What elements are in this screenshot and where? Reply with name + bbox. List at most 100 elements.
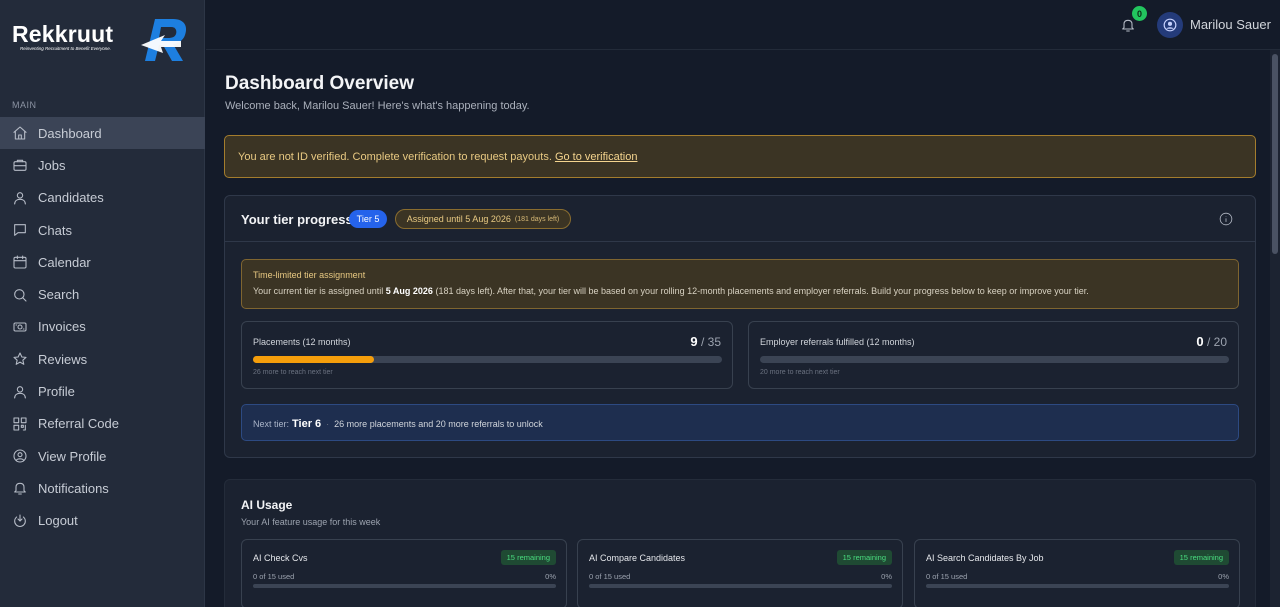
sidebar-item-calendar[interactable]: Calendar bbox=[0, 246, 205, 278]
placements-progress-bar bbox=[253, 356, 722, 363]
referrals-count: 0 bbox=[1196, 334, 1204, 349]
current-tier-badge: Tier 5 bbox=[349, 210, 387, 228]
usage-count: 0 of 15 used bbox=[589, 572, 631, 581]
user-circle-icon bbox=[1163, 18, 1177, 32]
tier-progress-title: Your tier progress bbox=[241, 212, 353, 227]
notification-count-badge: 0 bbox=[1132, 6, 1147, 21]
remaining-badge: 15 remaining bbox=[500, 550, 556, 565]
sidebar-item-invoices[interactable]: Invoices bbox=[0, 311, 205, 343]
ai-usage-item: AI Compare Candidates 15 remaining 0 of … bbox=[577, 539, 903, 607]
page-subtitle: Welcome back, Marilou Sauer! Here's what… bbox=[225, 100, 530, 112]
chat-icon bbox=[12, 222, 28, 238]
remaining-badge: 15 remaining bbox=[836, 550, 892, 565]
tier-progress-header: Your tier progress Tier 5 Assigned until… bbox=[225, 196, 1255, 242]
sidebar-item-label: Search bbox=[38, 287, 80, 303]
info-icon[interactable] bbox=[1219, 212, 1233, 226]
ai-usage-subtitle: Your AI feature usage for this week bbox=[241, 517, 381, 527]
usage-percent: 0% bbox=[1218, 572, 1229, 581]
referrals-value: 0 / 20 bbox=[1196, 334, 1227, 349]
remaining-badge: 15 remaining bbox=[1173, 550, 1229, 565]
next-tier-name: Tier 6 bbox=[292, 418, 322, 430]
sidebar-item-label: Profile bbox=[38, 384, 75, 400]
user-icon bbox=[12, 384, 28, 400]
assigned-until-label: Assigned until 5 Aug 2026 bbox=[406, 214, 511, 224]
sidebar-item-reviews[interactable]: Reviews bbox=[0, 343, 205, 375]
usage-progress-bar bbox=[253, 584, 556, 588]
sidebar-item-jobs[interactable]: Jobs bbox=[0, 149, 205, 181]
sidebar-item-label: Reviews bbox=[38, 351, 88, 367]
sidebar-item-profile[interactable]: Profile bbox=[0, 375, 205, 407]
tier-progress-card: Your tier progress Tier 5 Assigned until… bbox=[224, 195, 1256, 458]
placements-progress-fill bbox=[253, 356, 374, 363]
notice-text-end: (181 days left). After that, your tier w… bbox=[432, 286, 1089, 296]
sidebar: Rekkruut Reinventing Recruitment to Bene… bbox=[0, 0, 205, 607]
sidebar-item-chats[interactable]: Chats bbox=[0, 214, 205, 246]
sidebar-item-label: View Profile bbox=[38, 448, 107, 464]
user-name[interactable]: Marilou Sauer bbox=[1190, 17, 1271, 32]
bell-icon bbox=[12, 480, 28, 496]
verification-message: You are not ID verified. Complete verifi… bbox=[238, 151, 555, 163]
invoice-icon bbox=[12, 319, 28, 335]
ai-feature-name: AI Search Candidates By Job bbox=[926, 553, 1044, 563]
sidebar-item-candidates[interactable]: Candidates bbox=[0, 182, 205, 214]
sidebar-item-view-profile[interactable]: View Profile bbox=[0, 440, 205, 472]
sidebar-item-label: Candidates bbox=[38, 190, 104, 206]
notice-text-start: Your current tier is assigned until bbox=[253, 286, 386, 296]
placements-count: 9 bbox=[690, 334, 698, 349]
user-circle-icon bbox=[12, 448, 28, 464]
logout-icon bbox=[12, 513, 28, 529]
star-icon bbox=[12, 351, 28, 367]
briefcase-icon bbox=[12, 157, 28, 173]
sidebar-item-label: Invoices bbox=[38, 319, 86, 335]
usage-percent: 0% bbox=[545, 572, 556, 581]
sidebar-item-label: Calendar bbox=[38, 254, 91, 270]
notice-date: 5 Aug 2026 bbox=[385, 286, 433, 296]
go-to-verification-link[interactable]: Go to verification bbox=[555, 151, 638, 163]
placements-total: / 35 bbox=[700, 335, 721, 349]
user-icon bbox=[12, 190, 28, 206]
ai-feature-name: AI Compare Candidates bbox=[589, 553, 686, 563]
scrollbar-thumb[interactable] bbox=[1272, 54, 1278, 254]
time-limited-notice-text: Your current tier is assigned until 5 Au… bbox=[253, 286, 1089, 296]
next-tier-label: Next tier: bbox=[253, 419, 290, 429]
sidebar-item-search[interactable]: Search bbox=[0, 278, 205, 310]
sidebar-item-notifications[interactable]: Notifications bbox=[0, 472, 205, 504]
referrals-note: 20 more to reach next tier bbox=[760, 369, 840, 376]
sidebar-item-logout[interactable]: Logout bbox=[0, 505, 205, 537]
sidebar-item-label: Chats bbox=[38, 222, 72, 238]
referrals-label: Employer referrals fulfilled (12 months) bbox=[760, 337, 915, 347]
sidebar-item-dashboard[interactable]: Dashboard bbox=[0, 117, 205, 150]
usage-count: 0 of 15 used bbox=[253, 572, 295, 581]
ai-usage-title: AI Usage bbox=[241, 498, 293, 512]
referrals-stat: Employer referrals fulfilled (12 months)… bbox=[748, 321, 1239, 389]
brand-tagline: Reinventing Recruitment to Benefit Every… bbox=[20, 46, 112, 51]
page-title: Dashboard Overview bbox=[225, 73, 415, 94]
avatar[interactable] bbox=[1157, 12, 1183, 38]
ai-usage-card: AI Usage Your AI feature usage for this … bbox=[224, 479, 1256, 607]
page-scrollbar[interactable] bbox=[1270, 50, 1280, 607]
sidebar-item-label: Notifications bbox=[38, 480, 109, 496]
placements-label: Placements (12 months) bbox=[253, 337, 351, 347]
verification-alert-text: You are not ID verified. Complete verifi… bbox=[238, 151, 637, 163]
sidebar-nav: Dashboard Jobs Candidates Chats Calendar… bbox=[0, 117, 205, 537]
brand-mark-icon bbox=[141, 19, 187, 61]
time-limited-notice-title: Time-limited tier assignment bbox=[253, 270, 366, 280]
brand-name: Rekkruut bbox=[12, 21, 114, 47]
sidebar-item-label: Referral Code bbox=[38, 416, 119, 432]
calendar-icon bbox=[12, 254, 28, 270]
tier-assignment-badge: Assigned until 5 Aug 2026 (181 days left) bbox=[395, 209, 571, 229]
referrals-progress-bar bbox=[760, 356, 1229, 363]
sidebar-item-label: Dashboard bbox=[38, 125, 102, 141]
qr-code-icon bbox=[12, 416, 28, 432]
brand-logo[interactable]: Rekkruut Reinventing Recruitment to Bene… bbox=[11, 15, 191, 65]
placements-value: 9 / 35 bbox=[690, 334, 721, 349]
placements-stat: Placements (12 months) 9 / 35 26 more to… bbox=[241, 321, 733, 389]
sidebar-item-referral-code[interactable]: Referral Code bbox=[0, 408, 205, 440]
referrals-total: / 20 bbox=[1206, 335, 1227, 349]
placements-note: 26 more to reach next tier bbox=[253, 369, 333, 376]
usage-progress-bar bbox=[589, 584, 892, 588]
next-tier-separator: · bbox=[326, 419, 330, 429]
ai-feature-name: AI Check Cvs bbox=[253, 553, 308, 563]
next-tier-banner: Next tier: Tier 6 · 26 more placements and … bbox=[241, 404, 1239, 441]
ai-usage-item: AI Check Cvs 15 remaining 0 of 15 used 0… bbox=[241, 539, 567, 607]
